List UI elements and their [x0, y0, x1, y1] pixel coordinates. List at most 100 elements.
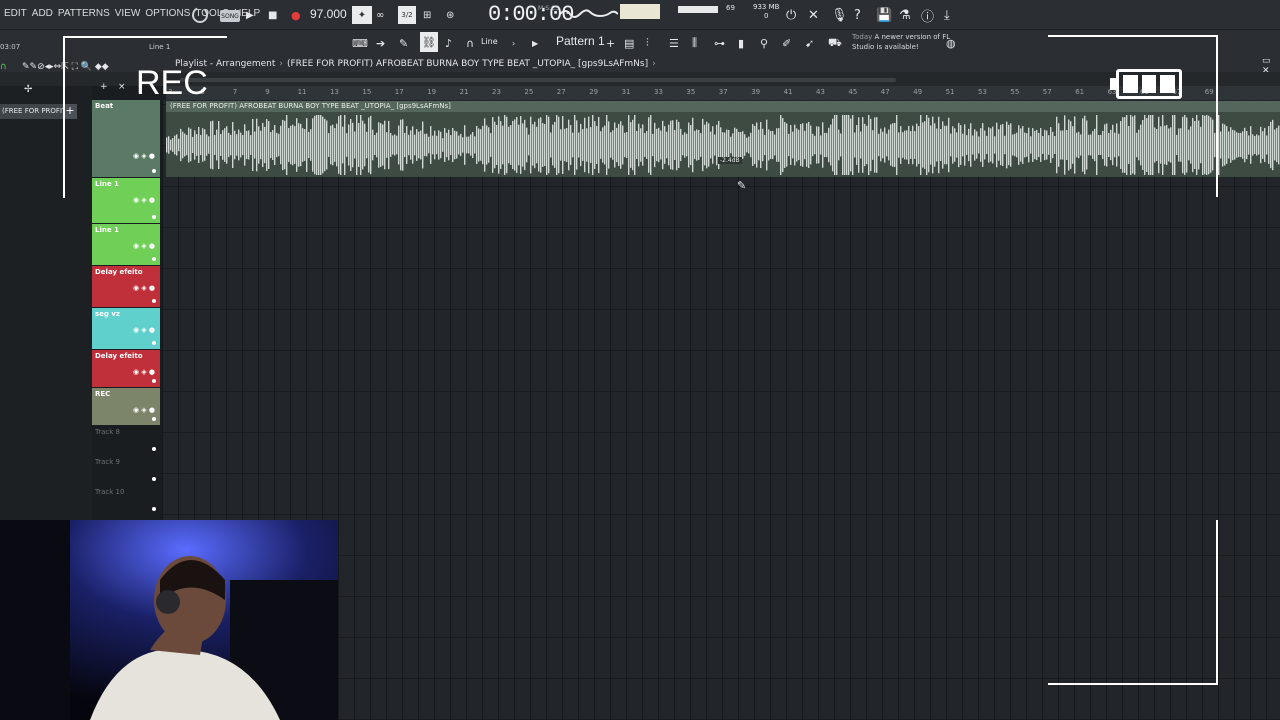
waveform-bar	[576, 120, 578, 170]
track-active-dot[interactable]	[152, 341, 156, 345]
menu-patterns[interactable]: PATTERNS	[58, 8, 110, 19]
help-icon[interactable]: ?	[854, 6, 861, 24]
track-header[interactable]: Delay efeito ◉ ◈ ●	[92, 266, 160, 308]
arrow-icon[interactable]: ➔	[376, 34, 385, 52]
track-header[interactable]: Delay efeito ◉ ◈ ●	[92, 350, 160, 388]
add-pattern-icon[interactable]: +	[606, 34, 615, 52]
news-panel[interactable]: Today A newer version of FL Studio is av…	[852, 32, 952, 52]
waveform-bar	[1256, 134, 1258, 156]
snap-mode-select[interactable]: Line	[481, 37, 498, 46]
song-mode-badge[interactable]: SONG	[220, 10, 240, 22]
shop-icon[interactable]: ⛟	[828, 34, 842, 52]
ruler-tick-label: 19	[427, 88, 437, 96]
track-header[interactable]: REC ◉ ◈ ●	[92, 388, 160, 426]
plugin-plug-icon[interactable]: ⚲	[760, 34, 768, 52]
pattern-selector[interactable]: Pattern 1	[556, 34, 605, 48]
microphone-icon[interactable]: 🎙	[831, 6, 848, 24]
record-icon[interactable]: ●	[291, 6, 301, 24]
stop-icon[interactable]: ■	[268, 6, 277, 24]
metronome-icon[interactable]: 3/2	[398, 6, 416, 24]
pattern-song-toggle-icon[interactable]	[190, 6, 210, 24]
waveform-bar	[628, 115, 630, 175]
piano-icon[interactable]: ⫼	[692, 34, 697, 52]
track-active-dot[interactable]	[152, 477, 156, 481]
track-controls[interactable]: ◉ ◈ ●	[133, 284, 155, 292]
magnet-icon[interactable]: ∩	[466, 34, 474, 52]
track-header[interactable]: Track 8	[92, 426, 160, 456]
track-active-dot[interactable]	[152, 507, 156, 511]
waveform-bar	[964, 124, 966, 166]
waveform-bar	[534, 121, 536, 169]
track-controls[interactable]: ◉ ◈ ●	[133, 406, 155, 414]
track-active-dot[interactable]	[152, 447, 156, 451]
menu-add[interactable]: ADD	[32, 8, 53, 19]
file-icon[interactable]: ▮	[738, 34, 744, 52]
waveform-bar	[296, 118, 298, 172]
browser-arrows-icon[interactable]: ✢	[24, 80, 32, 98]
track-active-dot[interactable]	[152, 379, 156, 383]
waveform-bar	[340, 115, 342, 175]
link-icon[interactable]: ⛓	[420, 32, 438, 52]
browser-item[interactable]: (FREE FOR PROFIT) A...	[0, 104, 68, 119]
track-name: Delay efeito	[95, 268, 143, 276]
master-volume-meter[interactable]	[620, 4, 660, 19]
plugin-icon[interactable]: ⚗	[899, 6, 911, 24]
track-active-dot[interactable]	[152, 417, 156, 421]
waveform-bar	[586, 128, 588, 162]
track-controls[interactable]: ◉ ◈ ●	[133, 242, 155, 250]
mouse-cursor-icon: ✎	[737, 178, 747, 192]
track-controls[interactable]: ◉ ◈ ●	[133, 326, 155, 334]
waveform-bar	[714, 134, 716, 156]
track-header[interactable]: Track 10	[92, 486, 160, 516]
browser-icon[interactable]: ⊶	[714, 34, 725, 52]
blend-icon[interactable]: ⊛	[446, 6, 454, 24]
globe-icon[interactable]: ◍	[946, 34, 956, 52]
track-active-dot[interactable]	[152, 299, 156, 303]
waveform-bar	[740, 132, 742, 158]
play-small-icon[interactable]: ▶	[532, 34, 538, 52]
waveform-bar	[264, 126, 266, 164]
track-controls[interactable]: ◉ ◈ ●	[133, 368, 155, 376]
cpu-value: 69	[726, 4, 735, 12]
track-header[interactable]: Line 1 ◉ ◈ ●	[92, 224, 160, 266]
info-icon[interactable]: ⓘ	[921, 6, 934, 25]
menu-options[interactable]: OPTIONS	[145, 8, 190, 19]
play-icon[interactable]: ▶	[246, 6, 254, 24]
power-icon[interactable]: ⏻	[786, 6, 796, 24]
download-icon[interactable]: ➹	[805, 34, 814, 52]
menu-edit[interactable]: EDIT	[4, 8, 27, 19]
menu-view[interactable]: VIEW	[115, 8, 141, 19]
snap-icon[interactable]: ✦	[352, 6, 372, 24]
waveform-bar	[864, 123, 866, 167]
tempo-display[interactable]: 97.000	[310, 7, 347, 21]
export-icon[interactable]: ⤓	[944, 6, 950, 24]
save-icon[interactable]: 💾	[876, 6, 892, 24]
waveform-bar	[868, 115, 870, 175]
track-active-dot[interactable]	[152, 215, 156, 219]
track-header[interactable]: Track 9	[92, 456, 160, 486]
waveform-bar	[890, 124, 892, 166]
waveform-bar	[842, 115, 844, 175]
brush-icon[interactable]: ♪	[445, 34, 452, 52]
chevron-right-icon[interactable]: ›	[512, 34, 515, 52]
loop-record-icon[interactable]: ∞	[376, 6, 384, 24]
ruler-tick-label: 21	[459, 88, 469, 96]
waveform-bar	[644, 133, 646, 157]
memory-value: 933 MB	[753, 3, 780, 11]
step-edit-icon[interactable]: ⊞	[423, 6, 431, 24]
mixer-icon[interactable]: ☰	[669, 34, 679, 52]
project-icon[interactable]: ✐	[782, 34, 791, 52]
track-header[interactable]: seg vz ◉ ◈ ●	[92, 308, 160, 350]
channel-rack-icon[interactable]: ⫶	[646, 34, 649, 52]
horizontal-scrollbar[interactable]	[180, 78, 896, 82]
waveform-bar	[786, 123, 788, 167]
waveform-bar	[810, 125, 812, 165]
track-name: Track 8	[95, 428, 120, 436]
playlist-icon[interactable]: ▤	[624, 34, 634, 52]
track-active-dot[interactable]	[152, 257, 156, 261]
piano-roll-icon[interactable]: ⌨	[352, 34, 368, 52]
waveform-bar	[1270, 121, 1272, 169]
pencil-icon[interactable]: ✎	[399, 34, 408, 52]
waveform-bar	[694, 130, 696, 160]
tools-icon[interactable]: ✕	[808, 6, 819, 24]
